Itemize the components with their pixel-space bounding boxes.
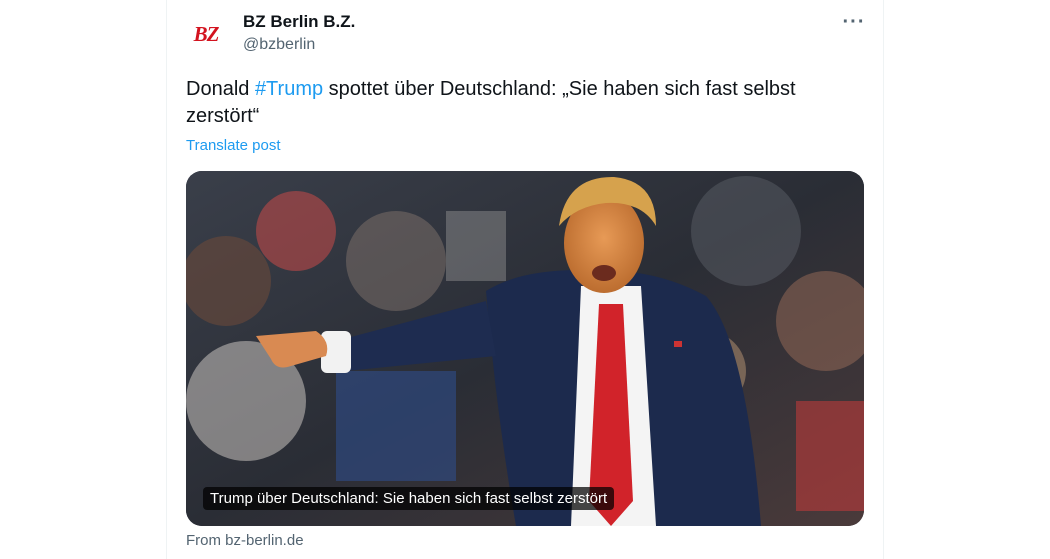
post-text-before: Donald: [186, 78, 255, 100]
hashtag-link[interactable]: #Trump: [255, 78, 323, 100]
more-options-icon[interactable]: ···: [842, 10, 866, 34]
avatar-logo-text: BZ: [193, 21, 220, 46]
avatar[interactable]: BZ: [186, 14, 226, 54]
photo-illustration: [186, 171, 864, 526]
image-caption: Trump über Deutschland: Sie haben sich f…: [203, 487, 615, 510]
link-card-image[interactable]: [186, 171, 864, 526]
post-text: Donald #Trump spottet über Deutschland: …: [186, 76, 856, 130]
account-handle[interactable]: @bzberlin: [243, 36, 315, 54]
translate-post-link[interactable]: Translate post: [186, 137, 281, 154]
account-name[interactable]: BZ Berlin B.Z.: [243, 12, 355, 32]
link-source[interactable]: From bz-berlin.de: [186, 532, 304, 549]
